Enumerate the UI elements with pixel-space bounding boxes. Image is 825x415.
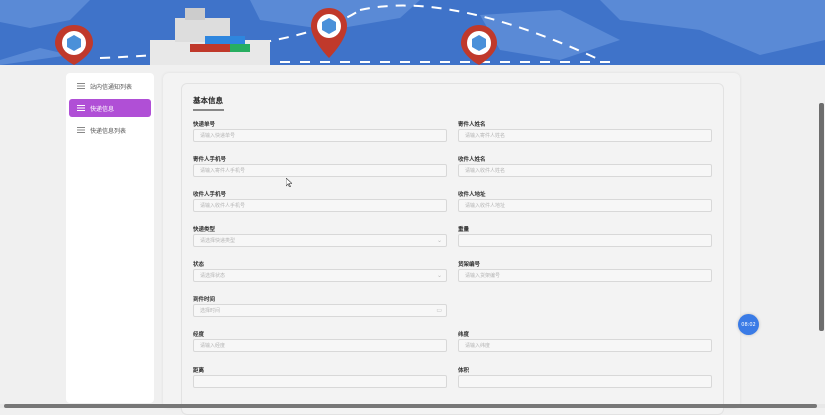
sidebar-item-express-list[interactable]: 快递信息列表 <box>69 121 151 139</box>
form-title: 基本信息 <box>193 96 223 105</box>
title-underline <box>193 109 224 111</box>
floating-time-button[interactable]: 08:02 <box>738 314 759 335</box>
location-pin-icon <box>461 25 497 65</box>
chevron-down-icon: ⌄ <box>436 272 442 279</box>
weight-input[interactable] <box>458 234 712 247</box>
field-recipient-address: 收件人地址 请输入收件人地址 <box>458 190 712 212</box>
field-express-type: 快递类型 请选择快递类型 ⌄ <box>193 225 447 247</box>
status-select[interactable]: 请选择状态 ⌄ <box>193 269 447 282</box>
sidebar: 站内信通知列表 快递信息 快递信息列表 <box>66 73 154 403</box>
shelf-number-input[interactable]: 请输入货架编号 <box>458 269 712 282</box>
form-card: 基本信息 快递单号 请输入快递单号 寄件人姓名 请输入寄件人姓名 寄件人手机号 … <box>181 83 724 415</box>
field-sender-name: 寄件人姓名 请输入寄件人姓名 <box>458 120 712 142</box>
mouse-cursor-icon <box>286 178 292 187</box>
location-pin-icon <box>311 8 347 58</box>
sender-phone-input[interactable]: 请输入寄件人手机号 <box>193 164 447 177</box>
horizontal-scrollbar-thumb[interactable] <box>4 404 817 408</box>
sidebar-item-express-info[interactable]: 快递信息 <box>69 99 151 117</box>
volume-input[interactable] <box>458 375 712 388</box>
field-weight: 重量 <box>458 225 712 247</box>
horizontal-scrollbar[interactable] <box>0 404 825 408</box>
list-icon <box>77 105 85 111</box>
longitude-input[interactable]: 请输入经度 <box>193 339 447 352</box>
field-status: 状态 请选择状态 ⌄ <box>193 260 447 282</box>
field-recipient-name: 收件人姓名 请输入收件人姓名 <box>458 155 712 177</box>
field-volume: 体积 <box>458 366 712 388</box>
sidebar-item-notice-list[interactable]: 站内信通知列表 <box>69 77 151 95</box>
location-pin-icon <box>55 25 93 65</box>
tracking-number-input[interactable]: 请输入快递单号 <box>193 129 447 142</box>
latitude-input[interactable]: 请输入纬度 <box>458 339 712 352</box>
list-icon <box>77 127 85 133</box>
recipient-name-input[interactable]: 请输入收件人姓名 <box>458 164 712 177</box>
sidebar-item-label: 站内信通知列表 <box>90 83 133 91</box>
field-latitude: 纬度 请输入纬度 <box>458 330 712 352</box>
sidebar-item-label: 快递信息列表 <box>90 127 127 135</box>
chevron-down-icon: ⌄ <box>436 237 442 244</box>
recipient-address-input[interactable]: 请输入收件人地址 <box>458 199 712 212</box>
field-sender-phone: 寄件人手机号 请输入寄件人手机号 <box>193 155 447 177</box>
vertical-scrollbar-thumb[interactable] <box>819 103 824 331</box>
arrival-time-picker[interactable]: 选择时间 ▭ <box>193 304 447 317</box>
field-distance: 距离 <box>193 366 447 388</box>
sidebar-item-label: 快递信息 <box>90 105 115 113</box>
field-tracking-number: 快递单号 请输入快递单号 <box>193 120 447 142</box>
distance-input[interactable] <box>193 375 447 388</box>
field-shelf-number: 货架编号 请输入货架编号 <box>458 260 712 282</box>
list-icon <box>77 83 85 89</box>
field-longitude: 经度 请输入经度 <box>193 330 447 352</box>
field-arrival-time: 到件时间 选择时间 ▭ <box>193 295 447 317</box>
vertical-scrollbar[interactable] <box>818 65 825 408</box>
main-panel: 基本信息 快递单号 请输入快递单号 寄件人姓名 请输入寄件人姓名 寄件人手机号 … <box>163 73 740 415</box>
calendar-icon: ▭ <box>436 307 442 314</box>
field-recipient-phone: 收件人手机号 请输入收件人手机号 <box>193 190 447 212</box>
express-type-select[interactable]: 请选择快递类型 ⌄ <box>193 234 447 247</box>
header-banner <box>0 0 825 65</box>
recipient-phone-input[interactable]: 请输入收件人手机号 <box>193 199 447 212</box>
sender-name-input[interactable]: 请输入寄件人姓名 <box>458 129 712 142</box>
